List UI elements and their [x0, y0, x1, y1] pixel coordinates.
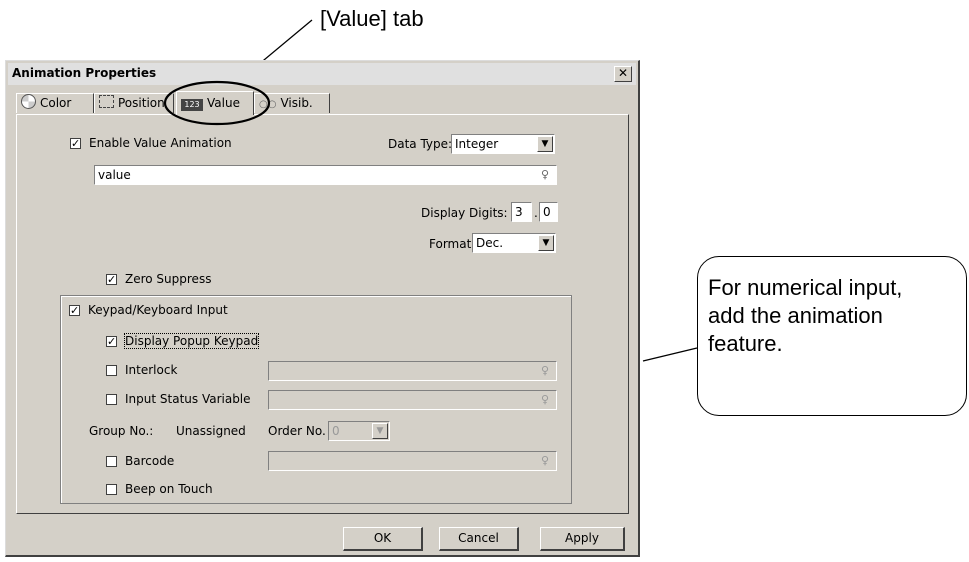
cancel-button[interactable]: Cancel: [439, 527, 519, 551]
format-select[interactable]: Dec. ▼: [472, 233, 556, 253]
lightbulb-icon[interactable]: ♀: [536, 392, 554, 408]
beep-on-touch-label: Beep on Touch: [125, 482, 213, 496]
beep-on-touch-checkbox[interactable]: [106, 484, 117, 495]
tab-highlight-ellipse: [163, 80, 271, 126]
dialog-title: Animation Properties: [12, 66, 157, 80]
display-digits-label: Display Digits:: [421, 206, 508, 220]
chevron-down-icon[interactable]: ▼: [537, 136, 553, 152]
position-icon: [99, 95, 114, 108]
display-digits-decimal-input[interactable]: 0: [539, 202, 558, 222]
group-no-value: Unassigned: [176, 424, 246, 438]
animation-properties-dialog: Animation Properties ✕ Color Position 12…: [5, 60, 640, 557]
enable-value-animation-checkbox[interactable]: ✓: [70, 138, 81, 149]
callout-line-1: For numerical input,: [708, 275, 903, 300]
lightbulb-icon[interactable]: ♀: [536, 167, 554, 183]
enable-value-animation-label: Enable Value Animation: [89, 136, 232, 150]
chevron-down-icon[interactable]: ▼: [372, 423, 388, 439]
input-status-variable-checkbox[interactable]: [106, 394, 117, 405]
value-expression-input[interactable]: value ♀: [94, 165, 557, 185]
zero-suppress-checkbox[interactable]: ✓: [106, 274, 117, 285]
barcode-checkbox[interactable]: [106, 456, 117, 467]
close-button[interactable]: ✕: [614, 66, 632, 82]
keypad-keyboard-input-checkbox[interactable]: ✓: [69, 305, 80, 316]
barcode-input[interactable]: ♀: [268, 451, 557, 471]
display-popup-keypad-checkbox[interactable]: ✓: [106, 336, 117, 347]
order-no-label: Order No.: [268, 424, 326, 438]
apply-button[interactable]: Apply: [540, 527, 625, 551]
interlock-label: Interlock: [125, 363, 178, 377]
format-label: Format:: [429, 237, 476, 251]
callout-line-2: add the animation: [708, 303, 883, 328]
display-digits-integer-input[interactable]: 3: [511, 202, 532, 222]
interlock-checkbox[interactable]: [106, 365, 117, 376]
group-no-label: Group No.:: [89, 424, 154, 438]
display-digits-separator: .: [534, 206, 538, 220]
order-no-select[interactable]: 0 ▼: [328, 421, 390, 441]
data-type-label: Data Type:: [388, 137, 453, 151]
callout-box: For numerical input, add the animation f…: [697, 256, 967, 416]
lightbulb-icon[interactable]: ♀: [536, 363, 554, 379]
callout-pointer-line: [642, 347, 698, 362]
display-popup-keypad-label: Display Popup Keypad: [123, 333, 260, 349]
color-wheel-icon: [21, 94, 36, 109]
data-type-select[interactable]: Integer ▼: [451, 134, 555, 154]
keypad-keyboard-input-label: Keypad/Keyboard Input: [88, 303, 228, 317]
input-status-variable-label: Input Status Variable: [125, 392, 251, 406]
tab-color[interactable]: Color: [16, 93, 94, 113]
ok-button[interactable]: OK: [343, 527, 423, 551]
title-bar: Animation Properties ✕: [8, 63, 636, 85]
callout-line-3: feature.: [708, 331, 783, 356]
barcode-label: Barcode: [125, 454, 175, 468]
zero-suppress-label: Zero Suppress: [125, 272, 212, 286]
interlock-input[interactable]: ♀: [268, 361, 557, 381]
lightbulb-icon[interactable]: ♀: [536, 453, 554, 469]
input-status-variable-input[interactable]: ♀: [268, 390, 557, 410]
chevron-down-icon[interactable]: ▼: [538, 235, 554, 251]
